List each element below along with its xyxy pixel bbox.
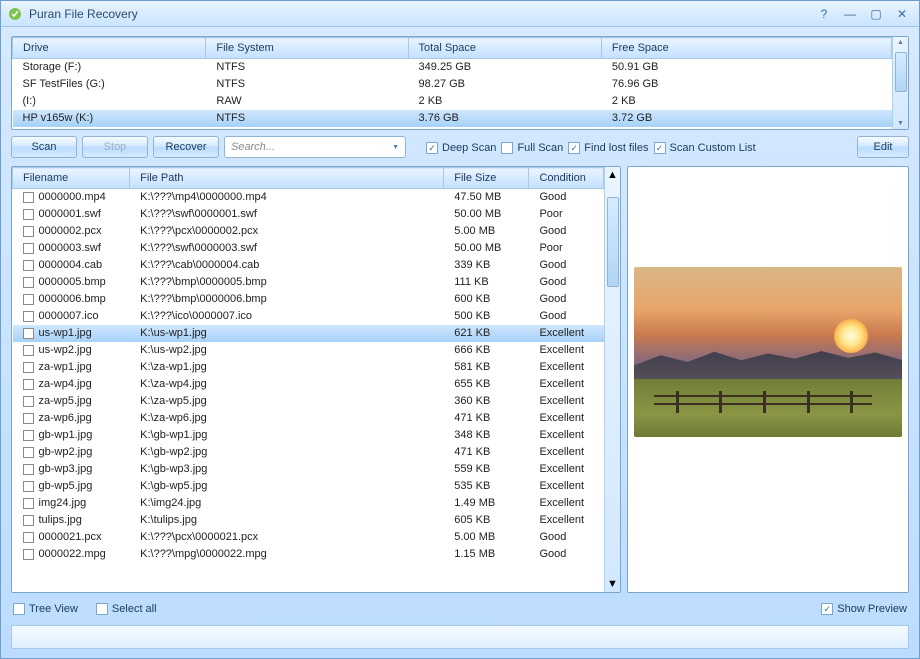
full-scan-checkbox[interactable]: Full Scan	[501, 136, 563, 160]
drive-row[interactable]: (I:)RAW2 KB2 KB	[13, 93, 892, 110]
scan-button[interactable]: Scan	[11, 136, 77, 158]
drive-col-name[interactable]: Drive	[13, 38, 206, 59]
file-row[interactable]: 0000004.cabK:\???\cab\0000004.cab339 KBG…	[13, 257, 604, 274]
file-checkbox[interactable]	[23, 345, 34, 356]
file-checkbox[interactable]	[23, 515, 34, 526]
file-row[interactable]: tulips.jpgK:\tulips.jpg605 KBExcellent	[13, 512, 604, 529]
file-row[interactable]: za-wp5.jpgK:\za-wp5.jpg360 KBExcellent	[13, 393, 604, 410]
file-row[interactable]: 0000021.pcxK:\???\pcx\0000021.pcx5.00 MB…	[13, 529, 604, 546]
maximize-button[interactable]: ▢	[865, 6, 887, 22]
file-row[interactable]: gb-wp1.jpgK:\gb-wp1.jpg348 KBExcellent	[13, 427, 604, 444]
drive-row[interactable]: Storage (F:)NTFS349.25 GB50.91 GB	[13, 59, 892, 76]
minimize-button[interactable]: —	[839, 6, 861, 22]
edit-button[interactable]: Edit	[857, 136, 909, 158]
deep-scan-checkbox[interactable]: ✓Deep Scan	[426, 136, 496, 160]
drive-list-panel: Drive File System Total Space Free Space…	[11, 36, 909, 130]
drive-row[interactable]: HP v165w (K:)NTFS3.76 GB3.72 GB	[13, 110, 892, 127]
file-checkbox[interactable]	[23, 379, 34, 390]
preview-panel	[627, 166, 909, 593]
titlebar: Puran File Recovery ? — ▢ ✕	[1, 1, 919, 27]
file-checkbox[interactable]	[23, 209, 34, 220]
tree-view-checkbox[interactable]: Tree View	[13, 603, 78, 615]
file-row[interactable]: 0000003.swfK:\???\swf\0000003.swf50.00 M…	[13, 240, 604, 257]
file-row[interactable]: us-wp2.jpgK:\us-wp2.jpg666 KBExcellent	[13, 342, 604, 359]
search-placeholder: Search...	[231, 141, 275, 153]
show-preview-checkbox[interactable]: ✓Show Preview	[821, 603, 907, 615]
file-row[interactable]: gb-wp3.jpgK:\gb-wp3.jpg559 KBExcellent	[13, 461, 604, 478]
help-button[interactable]: ?	[813, 6, 835, 22]
file-col-name[interactable]: Filename	[13, 168, 130, 189]
close-button[interactable]: ✕	[891, 6, 913, 22]
file-checkbox[interactable]	[23, 243, 34, 254]
file-checkbox[interactable]	[23, 481, 34, 492]
file-row[interactable]: 0000007.icoK:\???\ico\0000007.ico500 KBG…	[13, 308, 604, 325]
file-row[interactable]: 0000005.bmpK:\???\bmp\0000005.bmp111 KBG…	[13, 274, 604, 291]
file-row[interactable]: 0000002.pcxK:\???\pcx\0000002.pcx5.00 MB…	[13, 223, 604, 240]
window-controls: ? — ▢ ✕	[813, 6, 913, 22]
file-checkbox[interactable]	[23, 413, 34, 424]
file-checkbox[interactable]	[23, 498, 34, 509]
drive-row[interactable]: Physical Drive 0RAW596.17 GB	[13, 127, 892, 130]
file-row[interactable]: 0000000.mp4K:\???\mp4\0000000.mp447.50 M…	[13, 189, 604, 206]
file-col-path[interactable]: File Path	[130, 168, 444, 189]
scan-custom-checkbox[interactable]: ✓Scan Custom List	[654, 136, 756, 160]
file-row[interactable]: 0000001.swfK:\???\swf\0000001.swf50.00 M…	[13, 206, 604, 223]
file-checkbox[interactable]	[23, 447, 34, 458]
file-row[interactable]: 0000006.bmpK:\???\bmp\0000006.bmp600 KBG…	[13, 291, 604, 308]
file-checkbox[interactable]	[23, 277, 34, 288]
scrollbar-thumb[interactable]	[895, 52, 907, 92]
scroll-down-icon[interactable]: ▼	[607, 578, 618, 590]
app-icon	[7, 6, 23, 22]
footer-bar: Tree View Select all ✓Show Preview	[11, 599, 909, 619]
drive-row[interactable]: SF TestFiles (G:)NTFS98.27 GB76.96 GB	[13, 76, 892, 93]
scrollbar-thumb[interactable]	[607, 197, 619, 287]
drive-scrollbar[interactable]: ▲ ▼	[892, 37, 908, 129]
middle-area: Filename File Path File Size Condition 0…	[11, 166, 909, 593]
toolbar: Scan Stop Recover Search... ▼ ✓Deep Scan…	[11, 136, 909, 160]
scroll-up-icon[interactable]: ▲	[897, 39, 904, 46]
stop-button[interactable]: Stop	[82, 136, 148, 158]
preview-image	[634, 267, 902, 437]
file-checkbox[interactable]	[23, 549, 34, 560]
drive-table: Drive File System Total Space Free Space…	[12, 37, 892, 129]
file-checkbox[interactable]	[23, 328, 34, 339]
find-lost-checkbox[interactable]: ✓Find lost files	[568, 136, 648, 160]
file-table: Filename File Path File Size Condition 0…	[12, 167, 604, 563]
scroll-up-icon[interactable]: ▲	[607, 169, 618, 181]
recover-button[interactable]: Recover	[153, 136, 219, 158]
file-row[interactable]: us-wp1.jpgK:\us-wp1.jpg621 KBExcellent	[13, 325, 604, 342]
content-area: Drive File System Total Space Free Space…	[1, 27, 919, 658]
file-checkbox[interactable]	[23, 192, 34, 203]
file-checkbox[interactable]	[23, 311, 34, 322]
file-row[interactable]: 0000022.mpgK:\???\mpg\0000022.mpg1.15 MB…	[13, 546, 604, 563]
file-checkbox[interactable]	[23, 532, 34, 543]
file-checkbox[interactable]	[23, 362, 34, 373]
drive-col-total[interactable]: Total Space	[408, 38, 601, 59]
file-row[interactable]: za-wp1.jpgK:\za-wp1.jpg581 KBExcellent	[13, 359, 604, 376]
scroll-down-icon[interactable]: ▼	[897, 120, 904, 127]
file-col-size[interactable]: File Size	[444, 168, 529, 189]
window-title: Puran File Recovery	[29, 7, 813, 21]
file-checkbox[interactable]	[23, 226, 34, 237]
file-col-cond[interactable]: Condition	[529, 168, 604, 189]
search-input[interactable]: Search... ▼	[224, 136, 406, 158]
file-checkbox[interactable]	[23, 260, 34, 271]
drive-col-free[interactable]: Free Space	[601, 38, 891, 59]
file-row[interactable]: img24.jpgK:\img24.jpg1.49 MBExcellent	[13, 495, 604, 512]
file-scrollbar[interactable]: ▲ ▼	[604, 167, 620, 592]
file-list-panel: Filename File Path File Size Condition 0…	[11, 166, 621, 593]
file-checkbox[interactable]	[23, 430, 34, 441]
file-row[interactable]: za-wp6.jpgK:\za-wp6.jpg471 KBExcellent	[13, 410, 604, 427]
drive-col-fs[interactable]: File System	[206, 38, 408, 59]
file-row[interactable]: gb-wp2.jpgK:\gb-wp2.jpg471 KBExcellent	[13, 444, 604, 461]
file-checkbox[interactable]	[23, 464, 34, 475]
app-window: Puran File Recovery ? — ▢ ✕ Drive File S…	[0, 0, 920, 659]
status-bar	[11, 625, 909, 649]
file-row[interactable]: gb-wp5.jpgK:\gb-wp5.jpg535 KBExcellent	[13, 478, 604, 495]
file-row[interactable]: za-wp4.jpgK:\za-wp4.jpg655 KBExcellent	[13, 376, 604, 393]
select-all-checkbox[interactable]: Select all	[96, 603, 157, 615]
file-checkbox[interactable]	[23, 396, 34, 407]
file-checkbox[interactable]	[23, 294, 34, 305]
chevron-down-icon[interactable]: ▼	[392, 144, 399, 151]
